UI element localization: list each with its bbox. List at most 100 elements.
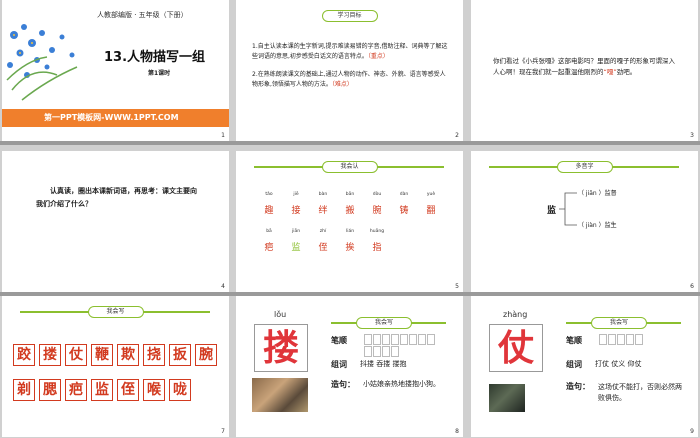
section-pill: 我会认	[321, 161, 378, 173]
vocab-char: 翻	[426, 206, 436, 216]
slide-header: 人教部编版 · 五年级（下册）	[97, 11, 188, 19]
vocab-char: 监	[291, 243, 301, 253]
sentence-label: 造句：	[331, 380, 355, 389]
section-pill: 多音字	[556, 161, 613, 173]
write-char-box: 咙	[169, 379, 191, 401]
stroke-cell	[373, 334, 381, 345]
slide-number: 1	[221, 132, 225, 139]
sentence-label: 造句：	[566, 382, 590, 391]
stroke-cell	[391, 346, 399, 357]
sentence-text: 小姑娘亲热地搂抱小狗。	[363, 380, 440, 388]
section-pill: 我会写	[87, 306, 144, 318]
write-char-box: 鞭	[91, 344, 113, 366]
slide-number: 3	[690, 132, 694, 139]
slide-number: 9	[690, 428, 694, 435]
pinyin: bān	[345, 192, 355, 197]
write-char-box: 跤	[13, 344, 35, 366]
section-pill: 学习目标	[321, 10, 378, 22]
stroke-cell	[364, 334, 372, 345]
vocab-char: 侄	[318, 243, 328, 253]
write-char-box: 搂	[39, 344, 61, 366]
goal-text-1: 1.自主认读本课的生字新词,提示难读易错的字音,借助注释、词典等了解这些词语的意…	[252, 43, 448, 60]
stroke-cell	[626, 334, 634, 345]
stroke-cell	[418, 334, 426, 345]
vocab-char: 腕	[372, 206, 382, 216]
goal-text-2: 2.在熟练朗读课文的基础上,通过人物的动作、神态、外貌、语言等感受人物形象,领悟…	[252, 71, 446, 88]
slide-thumbnail-7[interactable]: 我会写 跤 搂 仗 鞭 欺 挠 扳 腕 剃 腮 疤 监 侄 喉 咙 7	[2, 296, 229, 437]
pinyin: tǎo	[265, 192, 273, 197]
words-text: 抖搂 吞搂 搂抱	[360, 360, 407, 368]
question-text: 认真读，圈出本课新词语，再思考：课文主要向我们介绍了什么？	[36, 187, 197, 208]
slide-thumbnail-9[interactable]: 我会写 zhàng 仗 笔顺 组词 打仗 仗义 仰仗 造句： 这场仗不能打，否则…	[471, 296, 698, 437]
vocab-char: 趣	[264, 206, 274, 216]
photo-scene	[489, 384, 525, 412]
sentence-text: 这场仗不能打，否则必然两败俱伤。	[598, 383, 682, 402]
section-pill: 我会写	[591, 317, 647, 329]
stroke-cell	[617, 334, 625, 345]
pinyin: dàn	[399, 192, 409, 197]
slide-thumbnail-4[interactable]: 认真读，圈出本课新词语，再思考：课文主要向我们介绍了什么？ 4	[2, 151, 229, 292]
stroke-cell	[400, 334, 408, 345]
vocab-char: 疤	[264, 243, 274, 253]
write-char-box: 喉	[143, 379, 165, 401]
bracket-lines	[559, 192, 577, 226]
stroke-cell	[382, 334, 390, 345]
write-char-box: 监	[91, 379, 113, 401]
slide-number: 5	[455, 283, 459, 290]
vocab-char: 指	[372, 243, 382, 253]
write-char-box: 扳	[169, 344, 191, 366]
stroke-cell	[635, 334, 643, 345]
slide-thumbnail-5[interactable]: 我会认 tǎo 趣 jiē 接 bàn 绊 bān 搬 dòu 腕 dàn 铸 …	[236, 151, 463, 292]
slide-thumbnail-8[interactable]: 我会写 lǒu 搂 笔顺 组词 抖搂 吞搂 搂抱 造句： 小姑娘亲热地搂抱小狗。…	[236, 296, 463, 437]
stroke-cell	[391, 334, 399, 345]
slide-thumbnail-2[interactable]: 学习目标 1.自主认读本课的生字新词,提示难读易错的字音,借助注释、词典等了解这…	[236, 0, 463, 141]
reading-2: （ jiàn ）监生	[578, 222, 617, 229]
pinyin: jiān	[291, 229, 301, 234]
slide-title: 13.人物描写一组	[104, 50, 206, 65]
pinyin: jiē	[293, 192, 299, 197]
pinyin: yuè	[426, 192, 436, 197]
words-label: 组词	[566, 360, 582, 369]
flowers-illustration	[6, 24, 78, 101]
vocab-char: 搬	[345, 206, 355, 216]
slide-thumbnail-1[interactable]: 人教部编版 · 五年级（下册） 13.人物描写一组 第1课时 第一PPT模板网-…	[2, 0, 229, 141]
slide-subtitle: 第1课时	[148, 70, 171, 77]
stroke-cell	[427, 334, 435, 345]
stroke-cell	[382, 346, 390, 357]
write-char-box: 挠	[143, 344, 165, 366]
write-char-box: 仗	[65, 344, 87, 366]
vocab-char: 接	[291, 206, 301, 216]
pinyin: zhí	[319, 229, 327, 234]
section-pill: 我会写	[356, 317, 412, 329]
polyphone-char: 监	[547, 206, 557, 216]
intro-text: 你们看过《小兵张嘎》这部电影吗？里面的嘎子的形象可谓深入人心啊！现在我们就一起重…	[493, 57, 675, 76]
write-char-box: 剃	[13, 379, 35, 401]
slide-number: 6	[690, 283, 694, 290]
write-char-box: 腕	[195, 344, 217, 366]
banner-text: 第一PPT模板网-WWW.1PPT.COM	[44, 113, 179, 122]
slide-number: 7	[221, 428, 225, 435]
stroke-cell	[364, 346, 372, 357]
pinyin: huāng	[369, 229, 385, 234]
slide-thumbnail-3[interactable]: 你们看过《小兵张嘎》这部电影吗？里面的嘎子的形象可谓深入人心啊！现在我们就一起重…	[471, 0, 698, 141]
stroke-cell	[599, 334, 607, 345]
vocab-char: 挨	[345, 243, 355, 253]
slide-number: 2	[455, 132, 459, 139]
stroke-cell	[409, 334, 417, 345]
separator	[0, 141, 700, 145]
write-char-box: 腮	[39, 379, 61, 401]
slide-number: 4	[221, 283, 225, 290]
words-label: 组词	[331, 360, 347, 369]
photo-kids	[252, 378, 308, 412]
big-char: 搂	[262, 327, 299, 369]
strokes-label: 笔顺	[331, 336, 347, 345]
pinyin: lián	[345, 229, 355, 234]
write-char-box: 侄	[117, 379, 139, 401]
write-char-box: 疤	[65, 379, 87, 401]
strokes-label: 笔顺	[566, 336, 582, 345]
vocab-char: 铸	[399, 206, 409, 216]
pinyin: bàn	[318, 192, 328, 197]
slide-thumbnail-6[interactable]: 多音字 监 （ jiān ）监督 （ jiàn ）监生 6	[471, 151, 698, 292]
stroke-cell	[373, 346, 381, 357]
big-char: 仗	[497, 327, 534, 369]
